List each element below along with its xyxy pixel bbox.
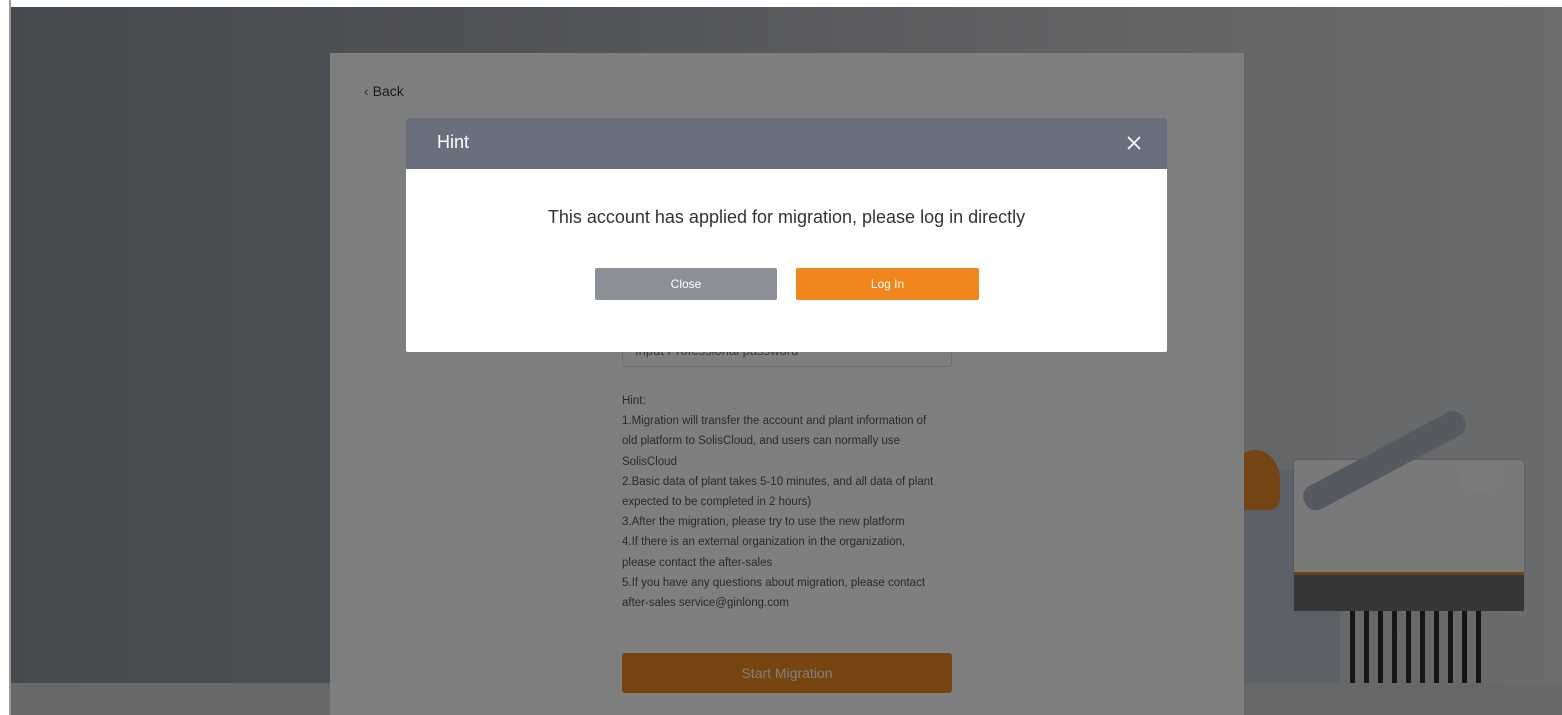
modal-overlay[interactable] (11, 7, 1562, 715)
window-top-edge (11, 0, 1562, 7)
close-icon[interactable] (1123, 132, 1145, 154)
dialog-header: Hint (406, 118, 1167, 169)
close-button[interactable]: Close (595, 268, 777, 300)
dialog-title: Hint (437, 132, 470, 152)
hint-dialog: Hint This account has applied for migrat… (406, 118, 1167, 352)
log-in-button[interactable]: Log In (796, 268, 979, 300)
window-left-edge (0, 0, 11, 715)
dialog-message: This account has applied for migration, … (547, 207, 1026, 227)
